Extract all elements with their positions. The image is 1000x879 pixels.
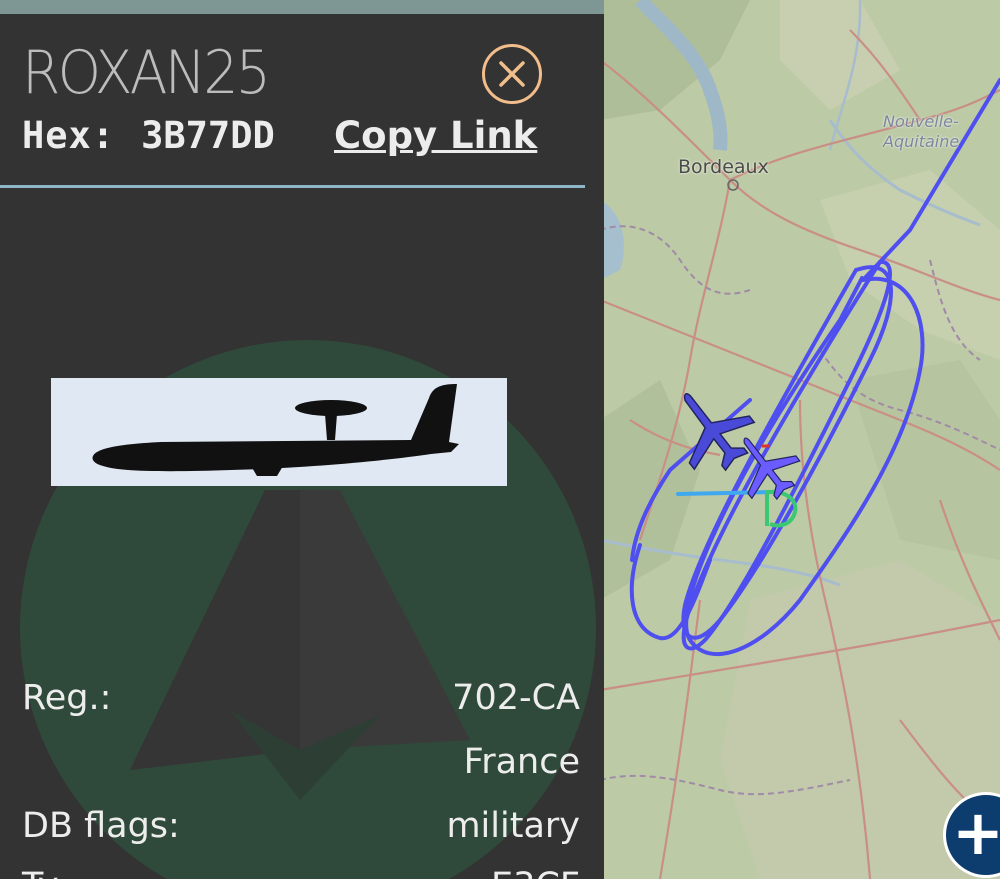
aircraft-info-panel: ROXAN25 Hex: 3B77DD Copy Link Reg.: 702-C… [0, 0, 604, 879]
reg-label: Reg.: [22, 678, 112, 718]
close-button[interactable] [482, 44, 542, 104]
callsign-title: ROXAN25 [22, 38, 271, 108]
zoom-in-icon: + [952, 796, 1000, 869]
map-label-bordeaux: Bordeaux [678, 156, 769, 178]
panel-top-strip [0, 0, 604, 14]
map-label-region-line2: Aquitaine [883, 132, 960, 151]
map-view[interactable]: Bordeaux Nouvelle- Aquitaine + [600, 0, 1000, 879]
header-divider [0, 185, 585, 188]
country-value: France [463, 742, 580, 782]
zoom-in-button[interactable]: + [943, 792, 1000, 878]
type-value: E3CF [491, 866, 580, 879]
aircraft-photo [51, 378, 507, 486]
db-flags-label: DB flags: [22, 806, 180, 846]
hex-row: Hex: 3B77DD [22, 114, 275, 157]
type-label: Ty [22, 866, 59, 879]
map-label-region: Nouvelle- Aquitaine [883, 112, 959, 152]
db-flags-value: military [446, 806, 580, 846]
close-icon [499, 61, 525, 87]
map-label-region-line1: Nouvelle- [883, 112, 959, 131]
aircraft-silhouette [92, 384, 460, 476]
hex-value: 3B77DD [141, 114, 275, 157]
copy-link[interactable]: Copy Link [334, 114, 537, 157]
reg-value: 702-CA [452, 678, 580, 718]
hex-label: Hex: [22, 114, 116, 157]
